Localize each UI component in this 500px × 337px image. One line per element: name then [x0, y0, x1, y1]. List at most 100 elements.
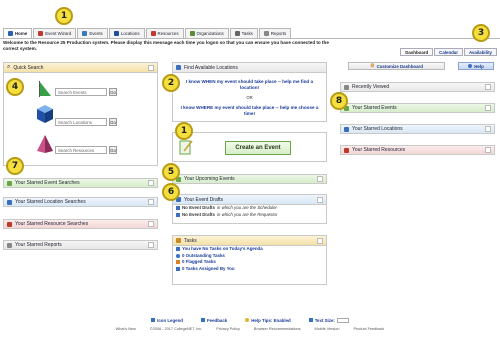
callout-marker: 3 [472, 24, 490, 42]
star-icon [7, 180, 12, 186]
product-feedback-link[interactable]: Product Feedback [353, 327, 384, 331]
collapse-button[interactable] [485, 105, 491, 111]
tab-locations[interactable]: Locations [108, 28, 145, 38]
resources-go-button[interactable]: Go [109, 146, 117, 154]
locations-search-input[interactable]: Search Locations [55, 118, 107, 126]
tasks-header: Tasks [173, 236, 326, 246]
event-drafts-header: Your Event Drafts [173, 195, 326, 205]
callout-marker: 1 [175, 122, 193, 140]
quick-search-header: ⌕ Quick Search [4, 63, 157, 73]
starred-reports-panel[interactable]: Your Starred Reports [3, 240, 158, 250]
collapse-button[interactable] [148, 64, 154, 71]
events-search-input[interactable]: Search Events [55, 88, 107, 96]
callout-marker: 7 [6, 157, 24, 175]
draft-row-icon [176, 206, 180, 211]
collapse-button[interactable] [317, 196, 323, 203]
whats-new-link[interactable]: What's New [116, 327, 136, 331]
collapse-button[interactable] [148, 221, 154, 227]
callout-marker: 1 [55, 7, 73, 25]
dashboard-button[interactable]: Dashboard [400, 48, 434, 56]
find-locations-header: Find Available Locations [173, 63, 326, 73]
starred-location-searches-panel[interactable]: Your Starred Location Searches [3, 197, 158, 207]
collapse-button[interactable] [148, 242, 154, 248]
text-size-control[interactable]: Text Size: [308, 318, 349, 324]
help-icon [468, 64, 473, 68]
wizard-icon [38, 31, 44, 36]
agenda-icon [176, 247, 180, 252]
callout-marker: 4 [6, 78, 24, 96]
tab-reports[interactable]: Reports [258, 28, 292, 38]
assign-icon [176, 266, 180, 271]
resources-search-art [37, 135, 53, 153]
footer-info: What's New ©2008 - 2017 CollegeNET, Inc.… [0, 327, 500, 331]
draft-row: No Event Drafts in which you are the Requ… [173, 212, 326, 219]
tab-organizations[interactable]: Organizations [184, 28, 229, 38]
resources-search-row: Search Resources Go [55, 146, 117, 154]
tab-resources[interactable]: Resources [145, 28, 184, 38]
locations-go-button[interactable]: Go [109, 118, 117, 126]
callout-marker: 6 [162, 183, 180, 201]
report-icon [7, 242, 12, 248]
calendar-button[interactable]: Calendar [434, 48, 463, 56]
tab-tasks[interactable]: Tasks [229, 28, 258, 38]
collapse-button[interactable] [148, 180, 154, 186]
callout-marker: 2 [162, 74, 180, 92]
clock-icon [176, 253, 180, 258]
collapse-button[interactable] [485, 147, 491, 153]
home-icon [8, 31, 13, 36]
collapse-button[interactable] [317, 176, 323, 182]
tab-home[interactable]: Home [3, 28, 33, 38]
history-icon [344, 84, 349, 90]
events-go-button[interactable]: Go [109, 88, 117, 96]
help-tips-toggle[interactable]: Help Tips: Enabled [245, 318, 291, 323]
tab-events[interactable]: Events [77, 28, 108, 38]
tasks-icon [234, 31, 240, 36]
organizations-icon [189, 31, 195, 36]
locations-search-art [37, 105, 53, 123]
starred-resources-panel[interactable]: Your Starred Resources [340, 145, 495, 155]
reports-icon [263, 31, 269, 36]
copyright-text: ©2008 - 2017 CollegeNET, Inc. [149, 327, 203, 331]
star-icon [7, 221, 12, 227]
callout-marker: 8 [330, 92, 348, 110]
find-location-link[interactable]: I know WHEN my event should take place -… [177, 79, 322, 91]
customize-dashboard-button[interactable]: ⚙ Customize Dashboard [348, 62, 445, 70]
or-separator: OR [246, 95, 253, 100]
events-search-row: Search Events Go [55, 88, 117, 96]
events-search-art [39, 81, 51, 97]
tab-event-wizard[interactable]: Event Wizard [33, 28, 77, 38]
collapse-button[interactable] [317, 237, 323, 244]
welcome-message: Welcome to the Resource 25 Production sy… [3, 40, 329, 51]
starred-event-searches-panel[interactable]: Your Starred Event Searches [3, 178, 158, 188]
upcoming-events-panel[interactable]: Your Upcoming Events [172, 174, 327, 184]
starred-events-panel[interactable]: Your Starred Events [340, 103, 495, 113]
footer-links: Icon Legend Feedback Help Tips: Enabled … [0, 318, 500, 324]
privacy-policy-link[interactable]: Privacy Policy [216, 327, 240, 331]
star-icon [344, 147, 349, 153]
mobile-version-link[interactable]: Mobile Version [315, 327, 340, 331]
legend-icon [151, 318, 156, 322]
collapse-button[interactable] [485, 126, 491, 132]
star-icon [344, 126, 349, 132]
search-icon: ⌕ [7, 64, 11, 70]
create-event-button[interactable]: Create an Event [225, 141, 291, 155]
resources-search-input[interactable]: Search Resources [55, 146, 107, 154]
availability-button[interactable]: Availability [463, 48, 497, 56]
starred-resource-searches-panel[interactable]: Your Starred Resource Searches [3, 219, 158, 229]
choose-time-link[interactable]: I know WHERE my event should take place … [177, 105, 322, 117]
recently-viewed-panel[interactable]: Recently Viewed [340, 82, 495, 92]
find-locations-panel: Find Available Locations I know WHEN my … [172, 62, 327, 122]
tasks-panel: Tasks You have No Tasks on Today's Agend… [172, 235, 327, 285]
starred-locations-panel[interactable]: Your Starred Locations [340, 124, 495, 134]
text-size-box[interactable] [336, 318, 349, 324]
help-button[interactable]: Help [458, 62, 494, 70]
feedback-link[interactable]: Feedback [200, 318, 227, 323]
locations-search-row: Search Locations Go [55, 118, 117, 126]
collapse-button[interactable] [485, 84, 491, 90]
icon-legend-link[interactable]: Icon Legend [151, 318, 183, 323]
browser-recommendations-link[interactable]: Browser Recommendations [254, 327, 301, 331]
flag-icon [176, 260, 180, 265]
collapse-button[interactable] [148, 199, 154, 205]
search-icon [176, 65, 181, 70]
task-row[interactable]: 0 Tasks Assigned By You [173, 266, 326, 273]
